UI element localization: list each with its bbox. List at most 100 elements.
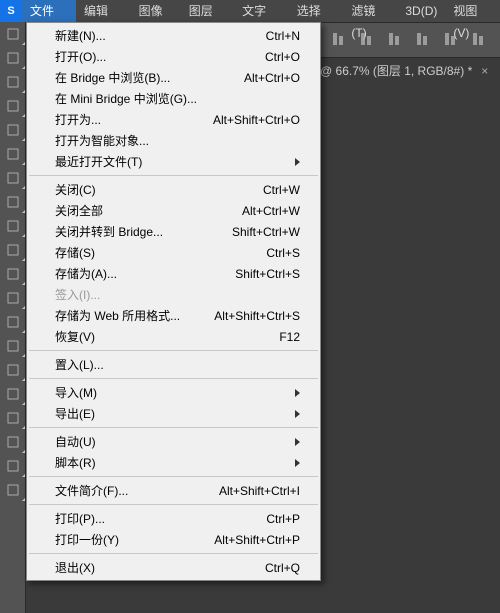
menu-separator (29, 350, 318, 351)
menu-bar: 文件(F)编辑(E)图像(I)图层(L)文字(Y)选择(S)滤镜(T)3D(D)… (0, 0, 500, 22)
document-tab-label: @ 66.7% (图层 1, RGB/8#) * (320, 64, 472, 78)
stamp-tool-icon[interactable] (0, 214, 26, 238)
align-center-h-icon[interactable] (358, 31, 376, 50)
menu-item[interactable]: 打开为智能对象... (27, 130, 320, 151)
menu-item[interactable]: 打印(P)...Ctrl+P (27, 508, 320, 529)
menu-item-shortcut: Alt+Ctrl+O (244, 71, 300, 85)
menu-item[interactable]: 脚本(R) (27, 452, 320, 473)
submenu-arrow-icon (295, 410, 300, 418)
menu-item-label: 关闭并转到 Bridge... (55, 223, 163, 240)
left-toolbar (0, 22, 26, 613)
menu-separator (29, 553, 318, 554)
menu-item[interactable]: 存储为(A)...Shift+Ctrl+S (27, 263, 320, 284)
shape-tool-icon[interactable] (0, 430, 26, 454)
crop-tool-icon[interactable] (0, 118, 26, 142)
menu-item-shortcut: Alt+Shift+Ctrl+I (219, 484, 300, 498)
move-tool-icon[interactable] (0, 22, 26, 46)
file-menu-dropdown: 新建(N)... Ctrl+N 打开(O)... Ctrl+O 在 Bridge 中浏览… (26, 22, 321, 581)
menu-item[interactable]: 关闭并转到 Bridge... Shift+Ctrl+W (27, 221, 320, 242)
menu-item[interactable]: 新建(N)... Ctrl+N (27, 25, 320, 46)
menu-item-label: 新建(N)... (55, 27, 106, 44)
history-brush-tool-icon[interactable] (0, 238, 26, 262)
menu-bar-item[interactable]: 编辑(E) (76, 0, 131, 22)
align-top-icon[interactable] (414, 31, 432, 50)
menu-item[interactable]: 关闭(C)Ctrl+W (27, 179, 320, 200)
menu-item-shortcut: Shift+Ctrl+W (232, 225, 300, 239)
menu-item-shortcut: Alt+Shift+Ctrl+S (214, 309, 300, 323)
menu-separator (29, 378, 318, 379)
menu-item-shortcut: F12 (279, 330, 300, 344)
menu-item-shortcut: Ctrl+P (266, 512, 300, 526)
menu-item-label: 恢复(V) (55, 328, 95, 345)
menu-item-label: 打开(O)... (55, 48, 106, 65)
menu-item-label: 存储为 Web 所用格式... (55, 307, 180, 324)
pen-tool-icon[interactable] (0, 358, 26, 382)
menu-separator (29, 476, 318, 477)
brush-tool-icon[interactable] (0, 190, 26, 214)
type-tool-icon[interactable] (0, 382, 26, 406)
menu-item[interactable]: 打开为... Alt+Shift+Ctrl+O (27, 109, 320, 130)
menu-item-shortcut: Alt+Shift+Ctrl+O (213, 113, 300, 127)
align-bottom-icon[interactable] (470, 31, 488, 50)
menu-item-label: 自动(U) (55, 433, 96, 450)
menu-bar-item[interactable]: 图像(I) (131, 0, 181, 22)
menu-item[interactable]: 存储(S)Ctrl+S (27, 242, 320, 263)
zoom-tool-icon[interactable] (0, 478, 26, 502)
heal-tool-icon[interactable] (0, 166, 26, 190)
menu-bar-item[interactable]: 文字(Y) (234, 0, 289, 22)
align-left-icon[interactable] (330, 31, 348, 50)
lasso-tool-icon[interactable] (0, 70, 26, 94)
menu-item[interactable]: 文件简介(F)... Alt+Shift+Ctrl+I (27, 480, 320, 501)
menu-bar-item[interactable]: 文件(F) (22, 0, 76, 22)
close-icon[interactable]: × (481, 64, 488, 78)
menu-item-label: 在 Mini Bridge 中浏览(G)... (55, 90, 197, 107)
menu-item[interactable]: 导出(E) (27, 403, 320, 424)
menu-item[interactable]: 退出(X)Ctrl+Q (27, 557, 320, 578)
menu-item[interactable]: 最近打开文件(T) (27, 151, 320, 172)
menu-item[interactable]: 在 Bridge 中浏览(B)...Alt+Ctrl+O (27, 67, 320, 88)
menu-item-shortcut: Ctrl+O (265, 50, 300, 64)
menu-item[interactable]: 关闭全部Alt+Ctrl+W (27, 200, 320, 221)
hand-tool-icon[interactable] (0, 454, 26, 478)
menu-item-label: 关闭全部 (55, 202, 103, 219)
menu-item-shortcut: Ctrl+W (263, 183, 300, 197)
dodge-tool-icon[interactable] (0, 334, 26, 358)
menu-item-label: 打印一份(Y) (55, 531, 119, 548)
eraser-tool-icon[interactable] (0, 262, 26, 286)
menu-item[interactable]: 存储为 Web 所用格式... Alt+Shift+Ctrl+S (27, 305, 320, 326)
menu-item-label: 存储为(A)... (55, 265, 117, 282)
submenu-arrow-icon (295, 459, 300, 467)
document-tab[interactable]: @ 66.7% (图层 1, RGB/8#) * × (320, 62, 488, 79)
submenu-arrow-icon (295, 158, 300, 166)
menu-item-label: 脚本(R) (55, 454, 96, 471)
align-right-icon[interactable] (386, 31, 404, 50)
menu-item[interactable]: 打开(O)... Ctrl+O (27, 46, 320, 67)
menu-item[interactable]: 导入(M) (27, 382, 320, 403)
menu-bar-item[interactable]: 选择(S) (289, 0, 344, 22)
menu-bar-item[interactable]: 滤镜(T) (343, 0, 397, 22)
submenu-arrow-icon (295, 389, 300, 397)
menu-bar-item[interactable]: 图层(L) (181, 0, 234, 22)
menu-bar-item[interactable]: 3D(D) (397, 0, 445, 22)
wand-tool-icon[interactable] (0, 94, 26, 118)
menu-item[interactable]: 在 Mini Bridge 中浏览(G)... (27, 88, 320, 109)
menu-item-label: 置入(L)... (55, 356, 104, 373)
menu-item[interactable]: 打印一份(Y) Alt+Shift+Ctrl+P (27, 529, 320, 550)
gradient-tool-icon[interactable] (0, 286, 26, 310)
submenu-arrow-icon (295, 438, 300, 446)
align-center-v-icon[interactable] (442, 31, 460, 50)
menu-item[interactable]: 置入(L)... (27, 354, 320, 375)
menu-item[interactable]: 自动(U) (27, 431, 320, 452)
menu-item-label: 签入(I)... (55, 286, 100, 303)
menu-bar-item[interactable]: 视图(V) (445, 0, 500, 22)
menu-item-shortcut: Ctrl+N (266, 29, 300, 43)
menu-item[interactable]: 恢复(V) F12 (27, 326, 320, 347)
menu-item-label: 打开为... (55, 111, 101, 128)
menu-item-label: 最近打开文件(T) (55, 153, 142, 170)
marquee-tool-icon[interactable] (0, 46, 26, 70)
menu-item-label: 文件简介(F)... (55, 482, 128, 499)
eyedropper-tool-icon[interactable] (0, 142, 26, 166)
menu-item-shortcut: Alt+Shift+Ctrl+P (214, 533, 300, 547)
blur-tool-icon[interactable] (0, 310, 26, 334)
path-tool-icon[interactable] (0, 406, 26, 430)
